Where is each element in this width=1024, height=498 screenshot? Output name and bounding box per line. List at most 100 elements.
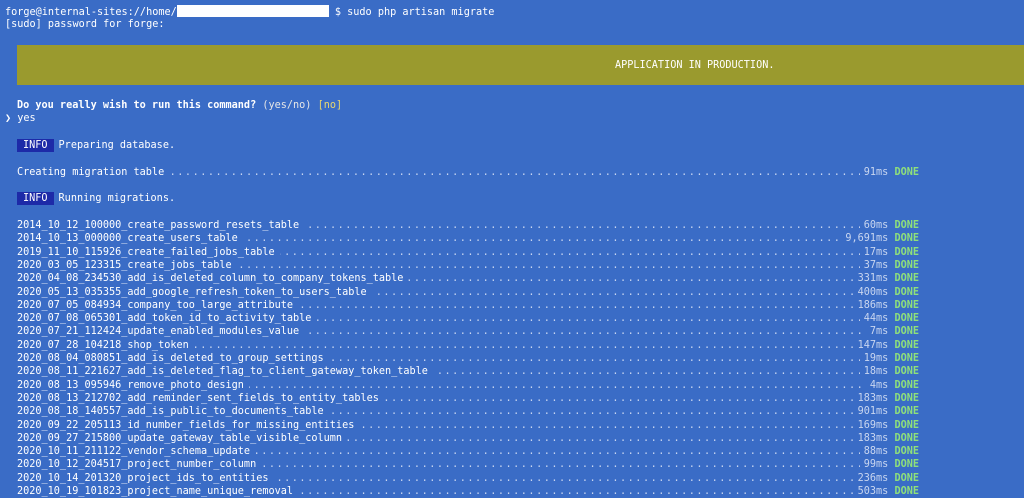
migration-status: DONE bbox=[894, 233, 919, 245]
row-tail: 400ms DONE bbox=[853, 285, 919, 299]
migration-name: 2020_08_11_221627_add_is_deleted_flag_to… bbox=[17, 365, 433, 379]
row-tail: 60ms DONE bbox=[859, 219, 919, 232]
row-tail: 7ms DONE bbox=[865, 325, 919, 339]
info-running-line: INFO Running migrations. bbox=[17, 192, 175, 205]
migration-status: DONE bbox=[894, 366, 919, 378]
redacted-path bbox=[176, 5, 329, 17]
migration-status: DONE bbox=[894, 286, 919, 298]
migration-status: DONE bbox=[894, 273, 919, 285]
migration-time: 88ms bbox=[863, 446, 889, 458]
sudo-password-line: [sudo] password for forge: bbox=[5, 19, 165, 30]
migration-row: ........................................… bbox=[17, 365, 919, 379]
confirm-options: (yes/no) bbox=[262, 100, 312, 111]
migration-time: 169ms bbox=[857, 419, 889, 431]
migration-name: 2020_08_04_080851_add_is_deleted_to_grou… bbox=[17, 352, 329, 365]
migration-row: ........................................… bbox=[17, 485, 919, 498]
row-tail: 183ms DONE bbox=[853, 391, 919, 405]
migration-time: 186ms bbox=[857, 299, 889, 311]
migration-name: 2014_10_13_000000_create_users_table bbox=[17, 232, 243, 246]
migration-row: ........................................… bbox=[17, 458, 919, 472]
migration-name: 2020_07_21_112424_update_enabled_modules… bbox=[17, 325, 305, 339]
migration-row: ........................................… bbox=[17, 298, 919, 312]
migration-name: 2020_08_18_140557_add_is_public_to_docum… bbox=[17, 405, 329, 419]
info-text: Running migrations. bbox=[58, 193, 176, 204]
migration-status: DONE bbox=[894, 472, 919, 484]
migration-time: 331ms bbox=[857, 273, 889, 285]
migration-row: ........................................… bbox=[17, 418, 919, 432]
confirm-default: [no] bbox=[317, 100, 343, 111]
row-tail: 44ms DONE bbox=[859, 312, 919, 326]
row-tail: 37ms DONE bbox=[859, 258, 919, 272]
row-tail: 236ms DONE bbox=[853, 471, 919, 485]
migration-row: ........................................… bbox=[17, 378, 919, 392]
row-label: Creating migration table bbox=[17, 166, 170, 179]
row-tail: 331ms DONE bbox=[853, 272, 919, 286]
row-tail: 901ms DONE bbox=[853, 405, 919, 419]
info-badge: INFO bbox=[17, 139, 54, 152]
migration-status: DONE bbox=[894, 446, 919, 458]
migration-name: 2020_08_13_095946_remove_photo_design bbox=[17, 378, 249, 392]
migration-time: 236ms bbox=[857, 472, 889, 484]
migration-time: 18ms bbox=[863, 366, 889, 378]
confirm-question-line: Do you really wish to run this command? … bbox=[17, 99, 342, 112]
migration-name: 2020_09_22_205113_id_number_fields_for_m… bbox=[17, 418, 360, 432]
migration-status: DONE bbox=[894, 220, 919, 231]
row-tail: 169ms DONE bbox=[853, 418, 919, 432]
migration-name: 2020_08_13_212702_add_reminder_sent_fiel… bbox=[17, 391, 384, 405]
info-badge: INFO bbox=[17, 192, 54, 205]
migration-time: 147ms bbox=[857, 339, 889, 351]
row-tail: 147ms DONE bbox=[853, 338, 919, 352]
migration-name: 2020_03_05_123315_create_jobs_table bbox=[17, 258, 237, 272]
migration-status: DONE bbox=[894, 246, 919, 258]
command-line: forge@internal-sites://home/ $ sudo php … bbox=[5, 5, 494, 19]
migration-row: ........................................… bbox=[17, 325, 919, 339]
migration-status: DONE bbox=[894, 326, 919, 338]
row-tail: 4ms DONE bbox=[865, 378, 919, 392]
migration-time: 19ms bbox=[863, 353, 889, 364]
migration-name: 2020_07_08_065301_add_token_id_to_activi… bbox=[17, 312, 317, 326]
prompt-arrow-icon: ❯ bbox=[5, 113, 12, 124]
migration-time: 99ms bbox=[863, 459, 889, 471]
migration-name: 2020_04_08_234530_add_is_deleted_column_… bbox=[17, 272, 409, 286]
row-tail: 183ms DONE bbox=[853, 431, 919, 445]
migration-status: DONE bbox=[894, 432, 919, 444]
migration-table-row: ........................................… bbox=[17, 166, 919, 179]
migration-status: DONE bbox=[894, 339, 919, 351]
migration-time: 37ms bbox=[863, 259, 889, 271]
migration-status: DONE bbox=[894, 406, 919, 418]
banner-text: APPLICATION IN PRODUCTION. bbox=[615, 60, 775, 71]
migration-row: ........................................… bbox=[17, 391, 919, 405]
row-tail: 186ms DONE bbox=[853, 298, 919, 312]
migration-row: ........................................… bbox=[17, 405, 919, 419]
migration-row: ........................................… bbox=[17, 445, 919, 459]
migration-name: 2020_07_05_084934_company_too_large_attr… bbox=[17, 298, 299, 312]
row-time: 91ms bbox=[863, 167, 889, 178]
row-tail: 17ms DONE bbox=[859, 245, 919, 259]
migration-status: DONE bbox=[894, 486, 919, 497]
command-text: $ sudo php artisan migrate bbox=[334, 7, 495, 18]
migration-name: 2020_10_14_201320_project_ids_to_entitie… bbox=[17, 471, 274, 485]
migration-name: 2014_10_12_100000_create_password_resets… bbox=[17, 219, 305, 232]
row-tail: 9,691ms DONE bbox=[841, 232, 919, 246]
migration-time: 9,691ms bbox=[845, 233, 889, 245]
migration-time: 400ms bbox=[857, 286, 889, 298]
migration-name: 2020_07_28_104218_shop_token bbox=[17, 338, 194, 352]
migration-time: 7ms bbox=[869, 326, 889, 338]
terminal-window[interactable]: forge@internal-sites://home/ $ sudo php … bbox=[0, 0, 1024, 498]
migration-status: DONE bbox=[894, 299, 919, 311]
migration-status: DONE bbox=[894, 392, 919, 404]
migration-time: 183ms bbox=[857, 432, 889, 444]
migration-row: ........................................… bbox=[17, 338, 919, 352]
migration-row: ........................................… bbox=[17, 232, 919, 246]
migration-status: DONE bbox=[894, 259, 919, 271]
migration-time: 44ms bbox=[863, 313, 889, 325]
migration-status: DONE bbox=[894, 459, 919, 471]
migration-row: ........................................… bbox=[17, 285, 919, 299]
row-tail: 503ms DONE bbox=[853, 485, 919, 498]
migration-status: DONE bbox=[894, 353, 919, 364]
migration-time: 503ms bbox=[857, 486, 889, 497]
migration-name: 2020_05_13_035355_add_google_refresh_tok… bbox=[17, 285, 372, 299]
row-tail: 88ms DONE bbox=[859, 445, 919, 459]
confirm-question: Do you really wish to run this command? bbox=[17, 100, 257, 111]
migration-time: 60ms bbox=[863, 220, 889, 231]
